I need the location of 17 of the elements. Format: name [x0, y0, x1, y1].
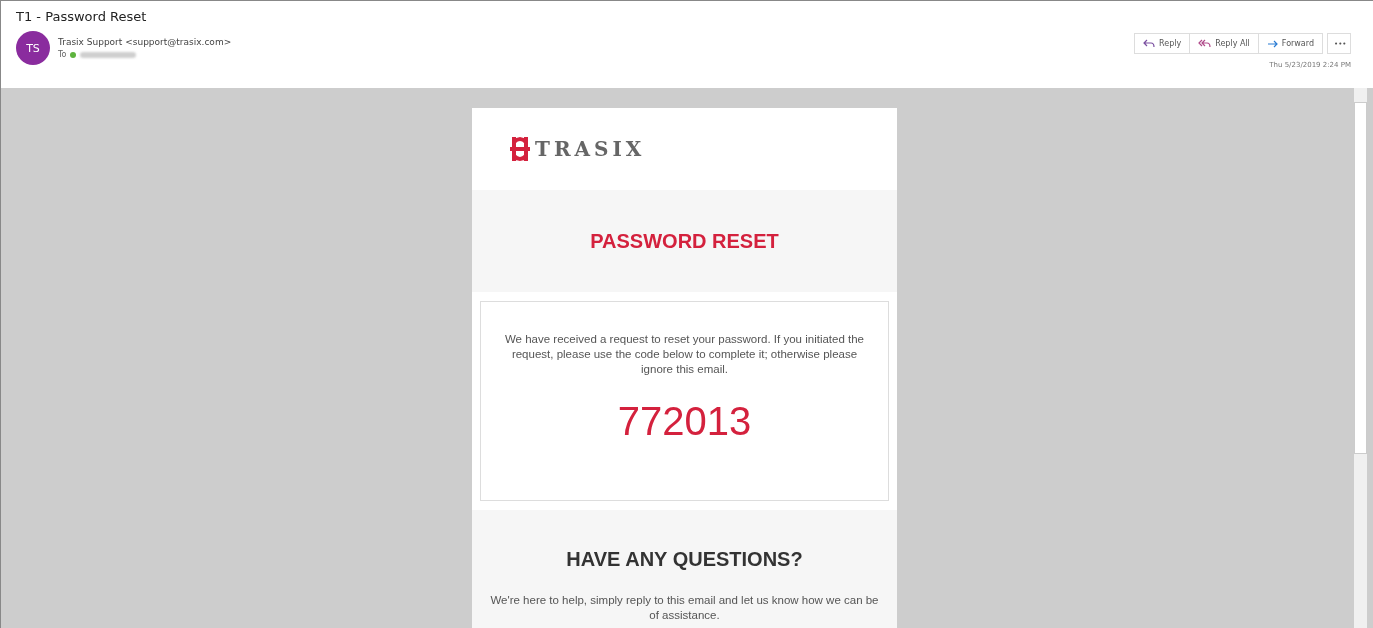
reply-icon	[1143, 39, 1156, 48]
window-title: T1 - Password Reset	[16, 9, 148, 24]
status-dot-icon	[70, 51, 77, 58]
reset-code: 772013	[616, 398, 753, 444]
brand-name: TRASIX	[535, 137, 646, 161]
sender: Trasix Support <support@trasix.com>	[58, 37, 232, 47]
questions-heading: HAVE ANY QUESTIONS?	[565, 548, 804, 571]
reply-all-icon	[1198, 39, 1212, 48]
questions-text: We're here to help, simply reply to this email and let us know how we can be of assistance.	[489, 593, 880, 623]
blurred-recipient	[80, 51, 137, 58]
forward-arrow-icon	[1266, 39, 1278, 48]
logo-icon	[509, 136, 531, 162]
message-text: We have received a request to reset your password. If you initiated the request, please use the code below to complete it; otherwise please ignore this email.	[503, 332, 865, 377]
avatar: TS	[16, 31, 50, 65]
email-heading: PASSWORD RESET	[590, 229, 779, 253]
to-label: To	[58, 50, 67, 59]
scrollbar[interactable]	[1354, 88, 1367, 628]
